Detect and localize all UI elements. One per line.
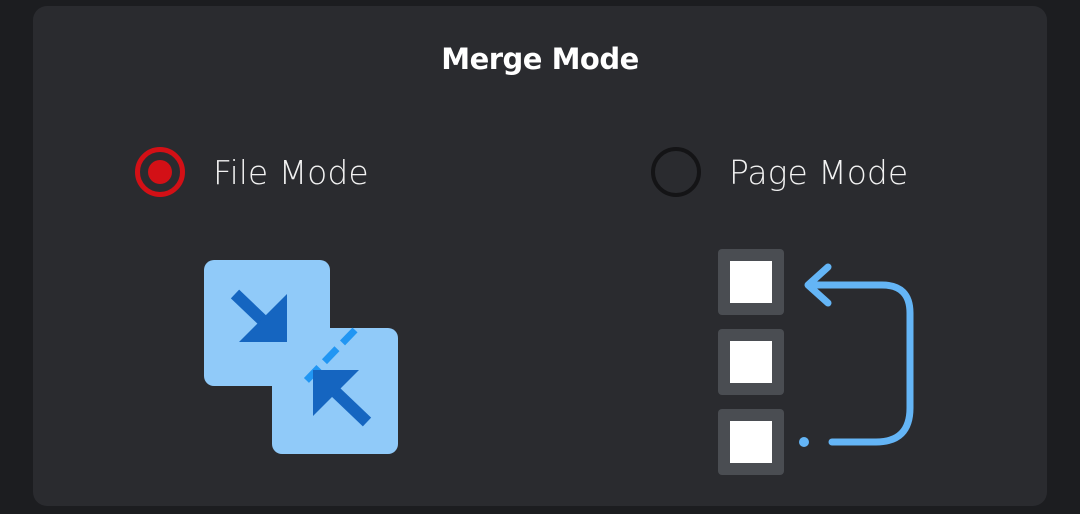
file-mode-label: File Mode xyxy=(213,152,369,192)
file-mode-radio[interactable] xyxy=(135,147,185,197)
dialog-title: Merge Mode xyxy=(441,42,639,76)
merge-mode-dialog: Merge Mode File Mode Page Mode xyxy=(33,6,1047,506)
merge-arrows-icon[interactable] xyxy=(201,256,401,466)
page-mode-option[interactable]: Page Mode xyxy=(651,142,908,202)
page-mode-label: Page Mode xyxy=(729,152,909,192)
page-reorder-icon[interactable] xyxy=(718,241,938,481)
page-mode-radio[interactable] xyxy=(651,147,701,197)
file-mode-option[interactable]: File Mode xyxy=(135,142,369,202)
